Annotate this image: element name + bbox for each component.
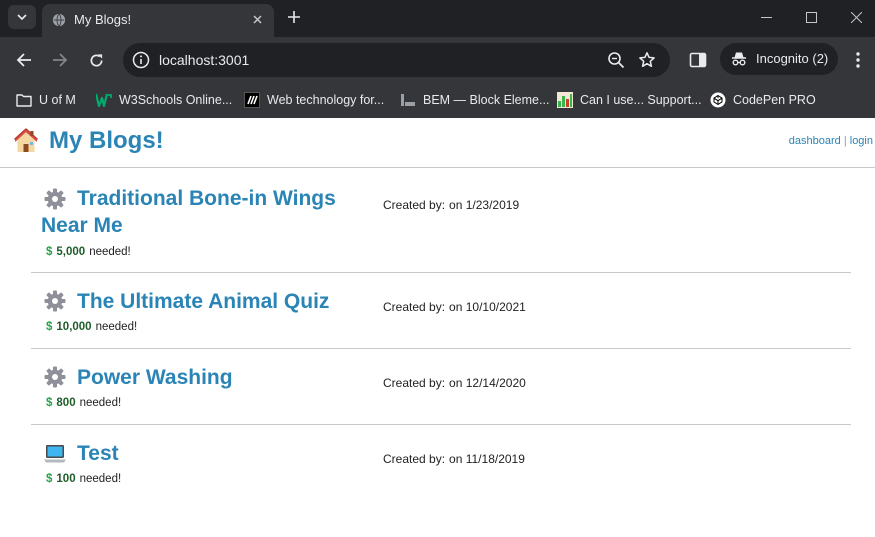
chevron-down-icon: [17, 14, 27, 20]
minimize-button[interactable]: [754, 6, 778, 28]
dashboard-link[interactable]: dashboard: [789, 135, 841, 147]
header-nav: dashboard | login: [789, 135, 873, 147]
bookmark-bem[interactable]: BEM — Block Eleme...: [400, 90, 549, 110]
new-tab-button[interactable]: [283, 6, 305, 28]
post-funding: $100 needed!: [46, 473, 122, 485]
star-icon[interactable]: [638, 51, 656, 69]
bookmark-u-of-m[interactable]: U of M: [16, 90, 76, 110]
tab-title: My Blogs!: [74, 12, 132, 27]
url-text[interactable]: localhost:3001: [159, 52, 249, 68]
site-info-icon[interactable]: [132, 51, 150, 69]
bem-icon: [400, 92, 416, 108]
more-menu-icon[interactable]: [850, 49, 866, 71]
incognito-label: Incognito (2): [756, 51, 829, 66]
post-funding: $10,000 needed!: [46, 321, 138, 333]
post-title-link[interactable]: Test: [41, 440, 371, 467]
post-meta: Created by: on 11/18/2019: [383, 452, 525, 466]
side-panel-icon[interactable]: [688, 50, 708, 70]
address-bar[interactable]: localhost:3001: [123, 43, 670, 77]
bookmark-w3schools[interactable]: W3Schools Online...: [96, 90, 232, 110]
post-meta: Created by: on 12/14/2020: [383, 376, 526, 390]
close-icon: [252, 14, 262, 24]
caniuse-icon: [557, 92, 573, 108]
bookmark-codepen[interactable]: CodePen PRO: [710, 90, 816, 110]
dollar-icon: $: [46, 321, 53, 333]
maximize-button[interactable]: [799, 6, 823, 28]
blog-post-item: Test Created by: on 11/18/2019 $100 needed…: [31, 425, 851, 501]
post-meta: Created by: on 10/10/2021: [383, 300, 526, 314]
reload-button[interactable]: [85, 49, 107, 71]
plus-icon: [288, 11, 300, 23]
site-header: My Blogs! dashboard | login: [0, 118, 875, 168]
post-meta: Created by: on 1/23/2019: [383, 198, 520, 212]
dollar-icon: $: [46, 397, 53, 409]
incognito-icon: [732, 52, 746, 66]
zoom-icon[interactable]: [607, 51, 625, 69]
maximize-icon: [805, 11, 817, 23]
post-title-link[interactable]: The Ultimate Animal Quiz: [41, 288, 371, 315]
folder-icon: [16, 92, 32, 108]
browser-toolbar: localhost:3001 Incognito (2): [0, 37, 875, 82]
page-viewport: My Blogs! dashboard | login Traditional …: [0, 118, 875, 537]
close-window-button[interactable]: [844, 6, 868, 28]
globe-icon: [52, 13, 66, 27]
blog-post-item: Power Washing Created by: on 12/14/2020 $…: [31, 349, 851, 425]
minimize-icon: [760, 16, 772, 18]
dollar-icon: $: [46, 473, 53, 485]
incognito-button[interactable]: Incognito (2): [720, 43, 838, 75]
arrow-left-icon: [16, 53, 31, 67]
bookmark-mdn[interactable]: Web technology for...: [244, 90, 384, 110]
post-title-link[interactable]: Traditional Bone-in Wings Near Me: [41, 185, 371, 239]
mdn-icon: [244, 92, 260, 108]
bookmark-caniuse[interactable]: Can I use... Support...: [557, 90, 702, 110]
reload-icon: [90, 53, 103, 66]
post-title-link[interactable]: Power Washing: [41, 364, 371, 391]
active-tab[interactable]: My Blogs!: [42, 4, 274, 37]
tab-strip: My Blogs!: [0, 0, 875, 37]
post-funding: $800 needed!: [46, 397, 122, 409]
post-funding: $5,000 needed!: [46, 246, 131, 258]
codepen-icon: [710, 92, 726, 108]
forward-button[interactable]: [49, 49, 71, 71]
bookmarks-bar: U of M W3Schools Online... Web technolog…: [0, 82, 875, 118]
arrow-right-icon: [53, 53, 68, 67]
blog-post-item: Traditional Bone-in Wings Near Me Create…: [31, 168, 851, 273]
nav-separator: |: [843, 135, 847, 147]
dollar-icon: $: [46, 246, 53, 258]
close-icon: [850, 11, 862, 23]
tab-search-button[interactable]: [8, 5, 36, 29]
close-tab-button[interactable]: [248, 10, 266, 28]
w3schools-icon: [96, 92, 112, 108]
login-link[interactable]: login: [850, 135, 873, 147]
blog-post-item: The Ultimate Animal Quiz Created by: on 1…: [31, 273, 851, 349]
back-button[interactable]: [13, 49, 35, 71]
house-icon: [13, 128, 39, 152]
site-title[interactable]: My Blogs!: [49, 127, 164, 155]
